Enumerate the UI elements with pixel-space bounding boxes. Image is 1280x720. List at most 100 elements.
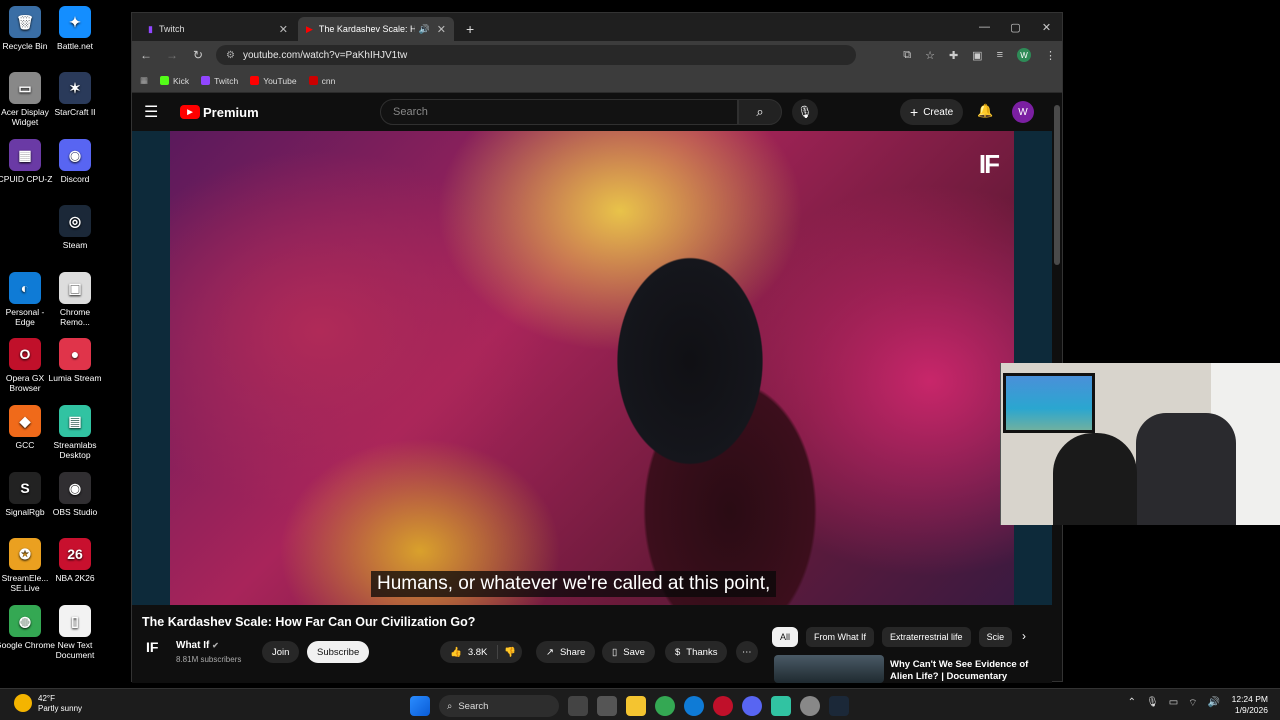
filter-chip[interactable]: Scie xyxy=(978,627,1013,647)
tab-twitch[interactable]: ▮ Twitch ✕ xyxy=(140,17,296,41)
opera-gx-icon[interactable] xyxy=(713,696,733,716)
microphone-icon[interactable]: 🎙 xyxy=(1146,697,1159,710)
account-avatar[interactable]: W xyxy=(1012,101,1034,123)
voice-search-button[interactable]: 🎙 xyxy=(792,99,818,125)
close-icon[interactable]: ✕ xyxy=(279,23,288,36)
join-button[interactable]: Join xyxy=(262,641,300,663)
network-icon[interactable]: ⌔ xyxy=(1188,697,1197,710)
minimize-icon[interactable]: — xyxy=(969,13,1000,41)
apps-grid-icon[interactable]: ▦ xyxy=(140,75,148,86)
reload-icon[interactable]: ↻ xyxy=(190,48,206,62)
new-tab-button[interactable]: + xyxy=(458,17,482,41)
close-icon[interactable]: ✕ xyxy=(437,23,446,36)
page-scrollbar[interactable] xyxy=(1054,105,1060,265)
recommendation-item[interactable]: Why Can't We See Evidence of Alien Life?… xyxy=(774,655,1044,683)
desktop-icon[interactable]: ◉ Discord xyxy=(45,139,105,184)
logo-text: Premium xyxy=(203,104,259,120)
streamlabs-icon[interactable] xyxy=(771,696,791,716)
bookmark-item[interactable]: YouTube xyxy=(250,76,297,86)
share-button[interactable]: ↗ Share xyxy=(536,641,596,663)
forward-icon[interactable]: → xyxy=(164,48,180,62)
chevron-right-icon[interactable]: › xyxy=(1022,629,1026,643)
chrome-icon[interactable] xyxy=(655,696,675,716)
recommendation-title[interactable]: Why Can't We See Evidence of Alien Life?… xyxy=(890,659,1040,683)
discord-icon[interactable] xyxy=(742,696,762,716)
bookmark-item[interactable]: cnn xyxy=(308,76,335,86)
recommendation-thumbnail[interactable] xyxy=(774,655,884,683)
like-button[interactable]: 👍 3.8K 👎 xyxy=(440,641,523,663)
desktop-icon-label: Steam xyxy=(62,240,88,250)
steam-icon[interactable] xyxy=(829,696,849,716)
video-details: The Kardashev Scale: How Far Can Our Civ… xyxy=(132,605,1052,683)
search-button[interactable]: ⌕ xyxy=(738,99,782,125)
system-tray: ⌃ 🎙 ▭ ⌔ 🔊 xyxy=(1128,697,1220,710)
bookmark-favicon-icon xyxy=(201,76,211,85)
desktop-icon[interactable]: ◎ Steam xyxy=(45,205,105,250)
subscribe-button[interactable]: Subscribe xyxy=(307,641,370,663)
tab-youtube-video[interactable]: ▶ The Kardashev Scale: How F 🔊 ✕ xyxy=(298,17,454,41)
profile-avatar[interactable]: W xyxy=(1017,48,1031,62)
close-window-icon[interactable]: ✕ xyxy=(1031,13,1062,41)
cast-icon[interactable]: ⧉ xyxy=(903,49,911,62)
more-actions-button[interactable]: ⋯ xyxy=(736,641,758,663)
maximize-icon[interactable]: ▢ xyxy=(1000,13,1031,41)
clock[interactable]: 12:24 PM 1/9/2026 xyxy=(1232,694,1268,716)
desktop-app-icon: ◐ xyxy=(9,272,41,304)
desktop-icon[interactable]: ◉ OBS Studio xyxy=(45,472,105,517)
desktop-icon[interactable]: ✶ StarCraft II xyxy=(45,72,105,117)
video-player[interactable]: IF Humans, or whatever we're called at t… xyxy=(132,131,1052,605)
create-button[interactable]: + Create xyxy=(900,99,964,125)
channel-name-text: What If xyxy=(176,640,210,651)
desktop-app-icon: ◍ xyxy=(9,605,41,637)
channel-name[interactable]: What If ✔ xyxy=(176,640,219,651)
desktop-icon[interactable]: 26 NBA 2K26 xyxy=(45,538,105,583)
filter-chip[interactable]: Extraterrestrial life xyxy=(882,627,971,647)
desktop-icon[interactable]: ✦ Battle.net xyxy=(45,6,105,51)
extensions-icon[interactable]: ✚ xyxy=(949,49,958,62)
search-icon: ⌕ xyxy=(756,104,764,119)
site-info-icon[interactable]: ⚙ xyxy=(226,50,235,61)
windows-start-icon[interactable] xyxy=(410,696,430,716)
webcam-person-image xyxy=(1053,433,1137,525)
save-button[interactable]: ▯ Save xyxy=(602,641,655,663)
task-view-icon[interactable] xyxy=(568,696,588,716)
desktop-icon[interactable]: ▯ New Text Document xyxy=(45,605,105,660)
speaker-icon[interactable]: 🔊 xyxy=(419,24,430,35)
window-controls: — ▢ ✕ xyxy=(969,13,1062,41)
taskbar-search[interactable]: ⌕ Search xyxy=(439,695,559,717)
desktop-app-icon: ▣ xyxy=(59,272,91,304)
filter-chip[interactable]: From What If xyxy=(806,627,875,647)
widgets-icon[interactable] xyxy=(597,696,617,716)
weather-widget[interactable]: 42°F Partly sunny xyxy=(14,694,82,714)
youtube-logo[interactable]: ▶ Premium xyxy=(180,105,259,120)
edge-icon[interactable] xyxy=(684,696,704,716)
file-explorer-icon[interactable] xyxy=(626,696,646,716)
search-input[interactable]: Search xyxy=(380,99,738,125)
menu-icon[interactable]: ⋮ xyxy=(1045,49,1056,62)
back-icon[interactable]: ← xyxy=(138,48,154,62)
media-icon[interactable]: ≡ xyxy=(997,49,1003,61)
display-icon[interactable]: ▭ xyxy=(1169,697,1178,710)
taskbar: 42°F Partly sunny ⌕ Search ⌃ 🎙 ▭ ⌔ 🔊 12:… xyxy=(0,688,1280,720)
youtube-play-icon: ▶ xyxy=(180,105,200,119)
desktop-icon[interactable]: ● Lumia Stream xyxy=(45,338,105,383)
filter-chip[interactable]: All xyxy=(772,627,799,647)
youtube-header: ☰ ▶ Premium Search ⌕ 🎙 + Create 🔔 W xyxy=(132,93,1062,131)
desktop-icon[interactable]: ▤ Streamlabs Desktop xyxy=(45,405,105,460)
settings-icon[interactable] xyxy=(800,696,820,716)
sidepanel-icon[interactable]: ▣ xyxy=(972,49,982,62)
bookmark-item[interactable]: Twitch xyxy=(201,76,238,86)
url-field[interactable]: ⚙ youtube.com/watch?v=PaKhIHJV1tw xyxy=(216,45,856,65)
volume-icon[interactable]: 🔊 xyxy=(1208,697,1220,710)
thanks-button[interactable]: $ Thanks xyxy=(665,641,728,663)
bookmark-star-icon[interactable]: ☆ xyxy=(925,49,935,62)
hamburger-menu-icon[interactable]: ☰ xyxy=(144,102,168,122)
video-frame xyxy=(170,131,1014,605)
channel-avatar[interactable]: IF xyxy=(146,639,166,659)
tray-chevron-icon[interactable]: ⌃ xyxy=(1128,697,1136,710)
bookmark-item[interactable]: Kick xyxy=(160,76,189,86)
desktop-icon[interactable]: ▣ Chrome Remo... xyxy=(45,272,105,327)
notifications-bell-icon[interactable]: 🔔 xyxy=(977,103,993,119)
thumbs-down-icon[interactable]: 👎 xyxy=(504,647,516,658)
desktop-app-icon: ✪ xyxy=(9,538,41,570)
